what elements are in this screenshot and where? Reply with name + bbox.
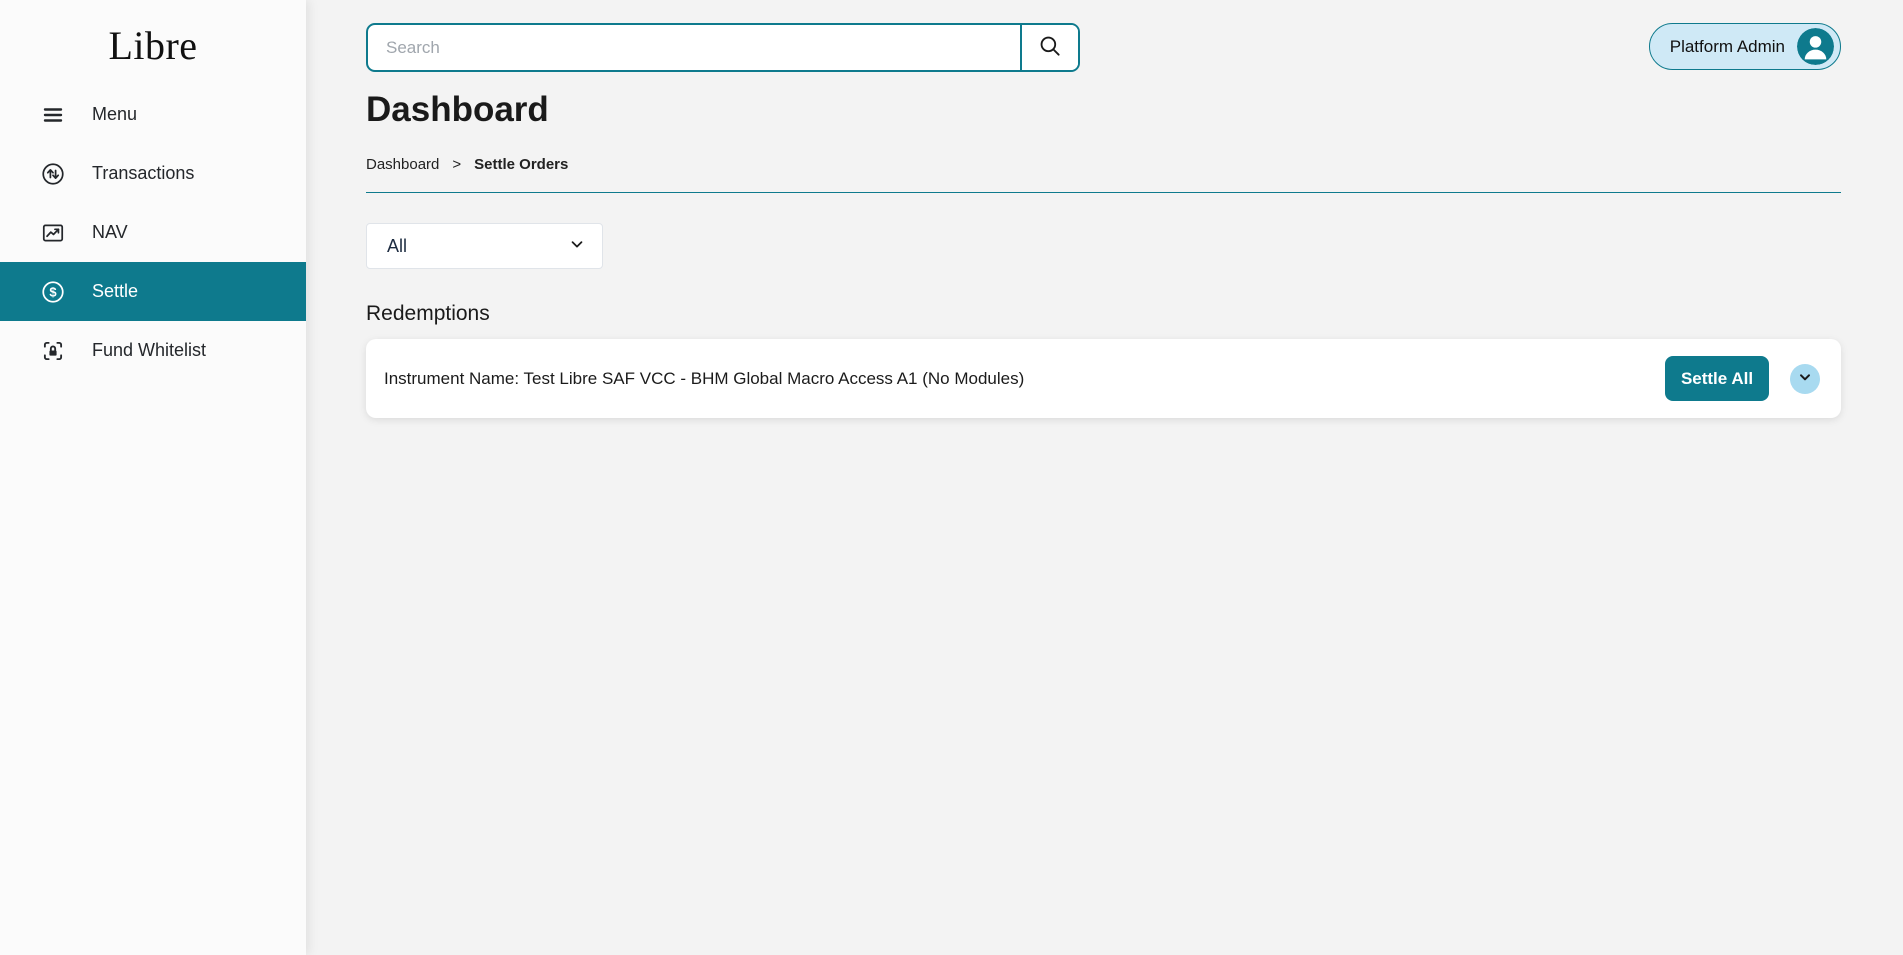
sidebar-item-label: Transactions: [92, 163, 194, 184]
libre-logo: Libre: [0, 22, 306, 69]
sidebar-nav: Menu Transactions: [0, 85, 306, 380]
sidebar-item-nav[interactable]: NAV: [0, 203, 306, 262]
expand-card-button[interactable]: [1790, 364, 1820, 394]
sidebar-item-label: Settle: [92, 281, 138, 302]
user-pill-label: Platform Admin: [1670, 37, 1785, 57]
search-button[interactable]: [1020, 25, 1078, 70]
breadcrumb-separator: >: [452, 156, 461, 173]
search-bar: [366, 23, 1080, 72]
redemption-card: Instrument Name: Test Libre SAF VCC - BH…: [366, 339, 1841, 418]
section-divider: [366, 192, 1841, 193]
breadcrumb: Dashboard > Settle Orders: [366, 156, 1841, 173]
hamburger-icon: [40, 102, 66, 128]
sidebar-item-label: NAV: [92, 222, 128, 243]
search-input[interactable]: [368, 25, 1020, 70]
instrument-name-label: Instrument Name: Test Libre SAF VCC - BH…: [384, 369, 1024, 389]
sidebar: Libre Menu Transactions: [0, 0, 306, 955]
svg-text:$: $: [49, 284, 57, 299]
sidebar-item-fund-whitelist[interactable]: Fund Whitelist: [0, 321, 306, 380]
filter-dropdown-value: All: [387, 236, 407, 257]
user-avatar-icon: [1797, 28, 1834, 65]
sidebar-item-menu[interactable]: Menu: [0, 85, 306, 144]
card-actions: Settle All: [1665, 356, 1820, 401]
nav-chart-icon: [40, 220, 66, 246]
page-title: Dashboard: [366, 90, 1841, 130]
platform-admin-button[interactable]: Platform Admin: [1649, 23, 1841, 70]
chevron-down-icon: [568, 235, 586, 258]
breadcrumb-dashboard[interactable]: Dashboard: [366, 156, 439, 173]
settle-dollar-icon: $: [40, 279, 66, 305]
breadcrumb-settle-orders: Settle Orders: [474, 156, 568, 173]
fund-whitelist-icon: [40, 338, 66, 364]
transactions-icon: [40, 161, 66, 187]
sidebar-item-label: Fund Whitelist: [92, 340, 206, 361]
search-icon: [1037, 33, 1063, 62]
redemptions-heading: Redemptions: [366, 302, 1841, 326]
sidebar-item-transactions[interactable]: Transactions: [0, 144, 306, 203]
chevron-down-icon: [1797, 369, 1813, 388]
top-bar: Platform Admin: [366, 23, 1841, 72]
filter-dropdown[interactable]: All: [366, 223, 603, 269]
main-content: Platform Admin Dashboard Dashboard > Set…: [306, 0, 1903, 418]
settle-all-button[interactable]: Settle All: [1665, 356, 1769, 401]
sidebar-item-label: Menu: [92, 104, 137, 125]
sidebar-item-settle[interactable]: $ Settle: [0, 262, 306, 321]
